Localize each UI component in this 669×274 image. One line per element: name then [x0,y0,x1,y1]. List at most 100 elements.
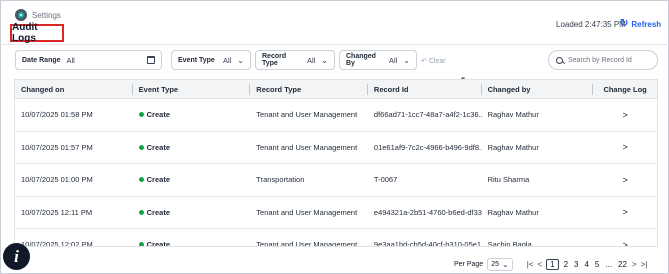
event-type-text: Create [146,175,170,185]
date-range-label: Date Range [22,56,61,64]
event-type-cell: Create [133,132,251,164]
clear-icon: ↶ [421,58,427,65]
date-range-filter[interactable]: Date Range All [15,50,162,70]
page-title: Audit Logs [10,22,64,44]
chevron-right-icon[interactable]: > [593,99,657,131]
prev-page-button[interactable]: < [537,260,542,269]
table-row[interactable]: 10/07/2025 01:57 PM Create Tenant and Us… [15,132,657,164]
record-id-cell: e494321a-2b51-4760-b6ed-df33... [373,207,482,217]
breadcrumb-label: Settings [32,10,61,20]
date-range-value: All [66,55,75,65]
column-header-changed-on[interactable]: Changed on [15,80,133,98]
column-header-event-type[interactable]: Event Type [133,80,251,98]
search-icon [556,56,563,64]
chevron-right-icon[interactable]: > [593,197,657,229]
record-type-cell: Transportation [256,175,305,185]
column-header-record-id[interactable]: Record Id [368,80,482,98]
settings-gear-icon [15,9,27,21]
record-id-cell: 01e61af9-7c2c-4966-b496-9df8... [373,142,482,152]
chevron-down-icon: ⌄ [237,55,244,65]
first-page-button[interactable]: |< [527,260,534,269]
table-row[interactable]: 10/07/2025 12:02 PM Create Tenant and Us… [15,229,657,247]
changed-on-cell: 10/07/2025 01:00 PM [21,175,93,185]
column-header-changed-by[interactable]: Changed by [482,80,594,98]
status-dot-icon [138,209,144,215]
record-type-cell: Tenant and User Management [256,240,358,247]
chevron-down-icon: ⌄ [321,55,328,65]
page-button-22[interactable]: 22 [617,260,628,269]
next-page-button[interactable]: > [632,260,637,269]
status-dot-icon [138,112,144,118]
event-type-cell: Create [133,197,251,229]
per-page-label: Per Page [454,261,484,268]
event-type-value: All [222,55,232,65]
record-type-cell: Tenant and User Management [256,110,358,120]
status-dot-icon [138,242,144,246]
changed-by-cell: Raghav Mathur [487,110,539,120]
event-type-text: Create [146,110,170,120]
changed-on-cell: 10/07/2025 12:11 PM [21,207,93,217]
record-type-cell: Tenant and User Management [256,207,358,217]
chevron-right-icon[interactable]: > [593,164,657,196]
status-dot-icon [138,144,144,150]
per-page-value: 25 [491,261,499,268]
column-header-record-type[interactable]: Record Type [250,80,368,98]
pagination: Per Page 25 ⌄ |< < 1 2 3 4 5 ... 22 > >| [454,258,647,271]
changed-by-value: All [388,55,398,65]
page-ellipsis: ... [605,260,613,269]
last-page-button[interactable]: >| [641,260,648,269]
refresh-label: Refresh [631,19,662,29]
event-type-cell: Create [133,164,251,196]
event-type-text: Create [146,207,170,217]
changed-by-filter[interactable]: Changed By All ⌄ [339,50,417,70]
search-placeholder: Search by Record Id [568,56,632,64]
record-type-filter[interactable]: Record Type All ⌄ [255,50,335,70]
clear-filters-button[interactable]: ↶ Clear [421,57,446,66]
changed-by-cell: Raghav Mathur [487,142,539,152]
table-header: Changed on Event Type Record Type Record… [15,80,657,99]
event-type-text: Create [146,240,170,247]
page-button-5[interactable]: 5 [594,260,600,269]
record-id-cell: df66ad71-1cc7-48a7-a4f2-1c36... [373,110,482,120]
page-button-1[interactable]: 1 [546,259,559,270]
changed-by-label: Changed By [346,53,376,67]
audit-log-table: Changed on Event Type Record Type Record… [14,79,658,247]
chevron-down-icon: ⌄ [501,260,509,269]
chevron-right-icon[interactable]: > [593,229,657,246]
table-row[interactable]: 10/07/2025 12:11 PM Create Tenant and Us… [15,197,657,229]
changed-by-cell: Ritu Sharma [487,175,530,185]
record-id-cell: T-0067 [373,175,398,185]
event-type-filter[interactable]: Event Type All ⌄ [171,50,251,70]
clear-label: Clear [428,57,446,65]
changed-on-cell: 10/07/2025 01:57 PM [21,142,93,152]
chevron-right-icon[interactable]: > [593,132,657,164]
breadcrumb[interactable]: Settings [15,9,61,21]
record-id-cell: 9e3aa1bd-cb5d-40cf-b310-05e1... [373,240,482,247]
table-row[interactable]: 10/07/2025 01:58 PM Create Tenant and Us… [15,99,657,132]
status-dot-icon [138,177,144,183]
page-button-3[interactable]: 3 [573,260,579,269]
changed-by-cell: Raghav Mathur [487,207,539,217]
changed-by-cell: Sachin Bagla [487,240,532,247]
search-input[interactable]: Search by Record Id [548,50,658,70]
record-type-label: Record Type [262,53,287,67]
column-header-change-log: Change Log [603,84,647,94]
calendar-icon[interactable] [147,56,155,64]
page-button-4[interactable]: 4 [583,260,589,269]
event-type-cell: Create [133,229,251,247]
refresh-button[interactable]: ↻ Refresh [620,19,661,29]
chevron-down-icon: ⌄ [403,55,410,65]
event-type-text: Create [146,142,170,152]
page-button-2[interactable]: 2 [563,260,569,269]
info-icon[interactable]: i [3,243,30,270]
refresh-icon: ↻ [620,18,629,29]
record-type-value: All [306,55,316,65]
divider [0,44,669,45]
changed-on-cell: 10/07/2025 12:02 PM [21,240,93,247]
record-type-cell: Tenant and User Management [256,142,358,152]
event-type-label: Event Type [178,56,215,64]
changed-on-cell: 10/07/2025 01:58 PM [21,110,93,120]
per-page-select[interactable]: 25 ⌄ [487,258,513,271]
loaded-timestamp: Loaded 2:47:35 PM [556,20,626,29]
table-row[interactable]: 10/07/2025 01:00 PM Create Transportatio… [15,164,657,197]
